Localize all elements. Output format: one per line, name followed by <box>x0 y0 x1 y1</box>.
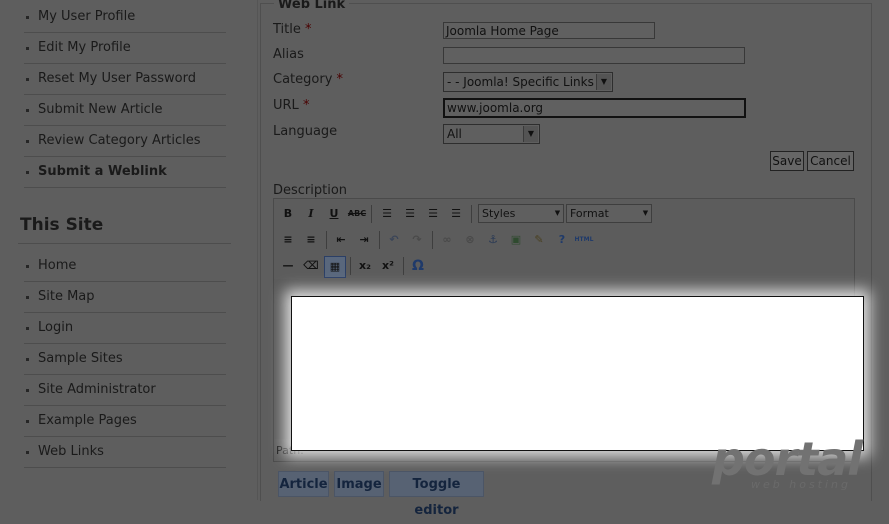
underline-button[interactable]: U <box>324 204 344 224</box>
html-button[interactable]: HTML <box>574 230 594 250</box>
image-icon[interactable]: ▣ <box>506 230 526 250</box>
image-button[interactable]: Image <box>334 471 384 497</box>
menu-item-edit-my-profile[interactable]: Edit My Profile <box>24 33 226 64</box>
toggle-editor-button[interactable]: Toggle editor <box>389 471 484 518</box>
menu-item-home[interactable]: Home <box>24 251 226 282</box>
category-label: Category * <box>273 72 344 87</box>
cleanup-icon[interactable]: ✎ <box>529 230 549 250</box>
menu-item-web-links[interactable]: Web Links <box>24 437 226 468</box>
undo-icon[interactable]: ↶ <box>384 230 404 250</box>
superscript-button[interactable]: x² <box>378 256 398 276</box>
highlighted-editor-region[interactable] <box>291 296 864 451</box>
portal-logo-subtitle: web hosting <box>751 478 851 491</box>
redo-icon[interactable]: ↷ <box>407 230 427 250</box>
format-select[interactable]: Format ▼ <box>566 204 652 223</box>
special-character-button[interactable]: Ω <box>408 256 428 276</box>
bullet-list-icon[interactable]: ≡ <box>278 230 298 250</box>
menu-item-sample-sites[interactable]: Sample Sites <box>24 344 226 375</box>
eraser-icon[interactable]: ⌫ <box>301 256 321 276</box>
menu-item-my-user-profile[interactable]: My User Profile <box>24 2 226 33</box>
align-right-icon[interactable]: ☰ <box>423 204 443 224</box>
title-input[interactable]: Joomla Home Page <box>443 22 655 39</box>
chevron-down-icon: ▼ <box>554 209 561 217</box>
article-button[interactable]: Article <box>278 471 329 497</box>
language-select[interactable]: All ▼ <box>443 124 540 144</box>
align-justify-icon[interactable]: ☰ <box>446 204 466 224</box>
link-icon[interactable]: ∞ <box>437 230 457 250</box>
bold-button[interactable]: B <box>278 204 298 224</box>
menu-item-submit-weblink[interactable]: Submit a Weblink <box>24 157 226 188</box>
outdent-icon[interactable]: ⇤ <box>331 230 351 250</box>
help-icon[interactable]: ? <box>552 230 572 250</box>
alias-label: Alias <box>273 47 304 62</box>
numbered-list-icon[interactable]: ≡ <box>301 230 321 250</box>
menu-item-reset-password[interactable]: Reset My User Password <box>24 64 226 95</box>
subscript-button[interactable]: x₂ <box>355 256 375 276</box>
menu-item-example-pages[interactable]: Example Pages <box>24 406 226 437</box>
sidebar: My User Profile Edit My Profile Reset My… <box>0 0 257 500</box>
align-center-icon[interactable]: ☰ <box>400 204 420 224</box>
anchor-icon[interactable]: ⚓ <box>483 230 503 250</box>
url-label: URL * <box>273 98 310 113</box>
cancel-button[interactable]: Cancel <box>807 151 854 171</box>
category-select[interactable]: - - Joomla! Specific Links ▼ <box>443 72 613 92</box>
styles-select[interactable]: Styles ▼ <box>478 204 564 223</box>
horizontal-rule-icon[interactable]: — <box>278 256 298 276</box>
indent-icon[interactable]: ⇥ <box>354 230 374 250</box>
italic-button[interactable]: I <box>301 204 321 224</box>
menu-item-review-category-articles[interactable]: Review Category Articles <box>24 126 226 157</box>
chevron-down-icon: ▼ <box>642 209 649 217</box>
alias-input[interactable] <box>443 47 745 64</box>
align-left-icon[interactable]: ☰ <box>377 204 397 224</box>
table-icon[interactable]: ▦ <box>324 256 346 278</box>
chevron-down-icon: ▼ <box>596 74 611 90</box>
language-label: Language <box>273 124 338 139</box>
strikethrough-button[interactable]: ABC <box>347 204 367 224</box>
url-input[interactable]: www.joomla.org <box>443 98 746 118</box>
save-button[interactable]: Save <box>770 151 804 171</box>
menu-item-site-map[interactable]: Site Map <box>24 282 226 313</box>
description-label: Description <box>273 183 348 198</box>
unlink-icon[interactable]: ⊗ <box>460 230 480 250</box>
chevron-down-icon: ▼ <box>523 126 538 142</box>
menu-item-login[interactable]: Login <box>24 313 226 344</box>
fieldset-legend: Web Link <box>274 0 350 12</box>
section-divider <box>18 243 231 244</box>
title-label: Title * <box>273 22 312 37</box>
section-title-this-site: This Site <box>20 215 104 235</box>
menu-item-submit-new-article[interactable]: Submit New Article <box>24 95 226 126</box>
menu-item-site-administrator[interactable]: Site Administrator <box>24 375 226 406</box>
